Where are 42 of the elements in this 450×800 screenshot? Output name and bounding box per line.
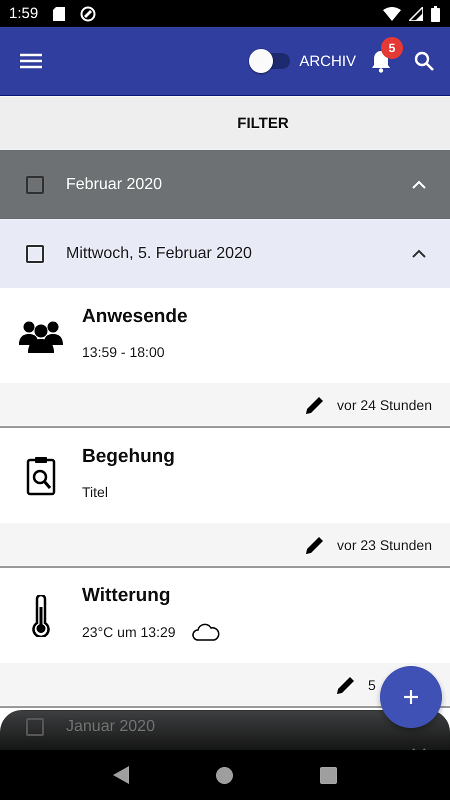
clipboard-magnifier-icon — [26, 456, 56, 496]
month-header[interactable]: Februar 2020 — [0, 150, 450, 219]
pencil-icon[interactable] — [305, 394, 326, 414]
pencil-icon[interactable] — [336, 674, 356, 694]
wifi-icon — [383, 6, 401, 20]
edited-time: vor 24 Stunden — [337, 396, 432, 412]
archive-label: ARCHIV — [299, 52, 356, 70]
checkbox[interactable] — [26, 244, 44, 262]
battery-icon — [431, 6, 440, 22]
entry-card[interactable]: Anwesende 13:59 - 18:00 — [0, 288, 450, 383]
edited-time: 5 — [368, 676, 377, 692]
notification-count-badge: 5 — [381, 37, 403, 59]
entry-card[interactable]: Begehung Titel — [0, 428, 450, 523]
group-title: Februar 2020 — [66, 176, 164, 194]
day-header[interactable]: Mittwoch, 5. Februar 2020 — [0, 219, 450, 288]
chevron-up-icon[interactable] — [412, 248, 426, 258]
thermometer-icon — [31, 594, 51, 636]
entry-title: Begehung — [82, 446, 175, 468]
cloud-icon — [192, 622, 220, 640]
entry-title: Anwesende — [82, 306, 188, 328]
checkbox[interactable] — [26, 718, 44, 736]
group-title: Januar 2020 — [66, 718, 156, 736]
status-time: 1:59 — [9, 5, 38, 22]
entry-title: Witterung — [82, 584, 172, 606]
signal-icon — [409, 6, 423, 20]
entry-card[interactable]: Witterung 23°C um 13:29 — [0, 568, 450, 663]
plus-icon — [403, 689, 419, 705]
filter-button[interactable]: FILTER — [227, 108, 299, 138]
back-icon[interactable] — [113, 766, 130, 784]
search-icon[interactable] — [414, 51, 434, 71]
sd-card-icon — [52, 6, 66, 22]
pencil-icon[interactable] — [305, 534, 326, 554]
recents-icon[interactable] — [320, 766, 337, 784]
home-icon[interactable] — [216, 766, 233, 784]
people-icon — [19, 318, 63, 352]
entry-detail: 13:59 - 18:00 — [82, 344, 165, 360]
group-title: Mittwoch, 5. Februar 2020 — [66, 244, 253, 262]
entry-detail: Titel — [82, 484, 108, 500]
entry-detail: 23°C um 13:29 — [82, 624, 176, 640]
edited-time: vor 23 Stunden — [337, 536, 432, 552]
menu-icon[interactable] — [20, 53, 42, 69]
checkbox[interactable] — [26, 176, 44, 194]
